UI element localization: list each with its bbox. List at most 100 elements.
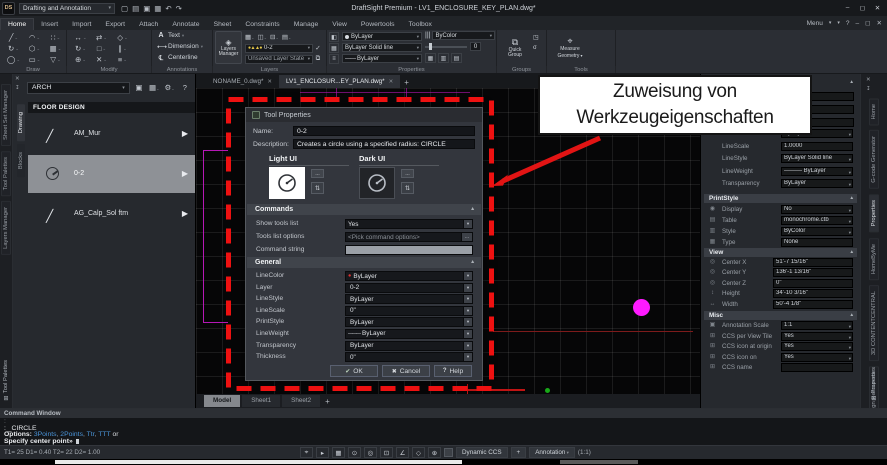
field-control[interactable]: ByLayer [345,317,473,327]
minimize-ribbon-icon[interactable]: – [856,20,860,27]
property-value[interactable]: 1:1 [781,321,853,330]
modify-tool-icon[interactable]: ↻ [70,43,91,54]
dropdown-caret-icon[interactable] [463,284,472,292]
name-field[interactable]: 0-2 [293,126,475,136]
minimize-icon[interactable]: – [841,4,854,12]
field-control[interactable]: ByLayer [345,329,473,339]
palette-selector[interactable]: ARCH [27,82,130,94]
property-value[interactable]: ByColor [781,227,853,236]
browse-button[interactable] [461,233,472,241]
draw-tool-icon[interactable]: ▽ [45,54,66,65]
close-icon[interactable]: ✕ [15,76,20,82]
close-icon[interactable]: ✕ [871,4,884,12]
sheet-tab[interactable]: Model [204,395,240,407]
sheet-tab[interactable]: Sheet1 [242,395,280,407]
annotation-dropdown[interactable]: Annotation [529,447,575,458]
match-properties-icon[interactable]: ▦ [425,53,436,63]
quick-access-icon[interactable]: ▤ [132,4,139,13]
field-control[interactable]: 0" [345,306,473,316]
property-tool-icon[interactable]: ▦ [329,43,339,53]
right-strip-tab[interactable]: HomeByMe [869,238,879,280]
flyout-arrow-icon[interactable] [182,169,188,178]
sheet-tab[interactable]: Sheet2 [282,395,320,407]
palette-section-header[interactable]: FLOOR DESIGN [28,102,195,113]
ribbon-tab[interactable]: Toolbox [402,19,439,30]
quick-access-icon[interactable]: ▣ [143,4,150,13]
palette-side-tab[interactable]: Blocks [17,144,25,177]
draw-tool-icon[interactable]: ◯ [3,54,24,65]
misc-section-header[interactable]: Misc [704,311,857,320]
linestyle-dropdown[interactable]: ByLayer Solid line [342,43,422,52]
menu-button[interactable]: Menu [807,20,823,27]
dropdown-caret-icon[interactable] [463,342,472,350]
browse-dark-icon-button[interactable] [401,169,414,178]
tool-palette-item[interactable]: 0-2 [28,155,195,193]
light-ui-preview[interactable] [269,167,305,199]
layer-check-icon[interactable]: ✓ [313,44,323,52]
layer-state-icon[interactable]: ⧉ [313,55,323,63]
ribbon-tab[interactable]: Insert [34,19,65,30]
magenta-point[interactable] [633,299,650,316]
property-value[interactable]: 0" [773,279,853,288]
text-tool[interactable]: Text [152,30,212,41]
command-option-link[interactable]: Ttr [87,431,99,438]
description-field[interactable]: Creates a circle using a specified radiu… [293,139,475,149]
status-toggle-icon[interactable]: ◎ [364,447,377,458]
property-value[interactable]: Yes [781,353,853,362]
ribbon-tab[interactable]: Sheet [207,19,239,30]
quick-access-icon[interactable]: ↶ [165,4,171,13]
command-window-title[interactable]: Command Window [0,409,887,418]
property-value[interactable]: No [781,205,853,214]
property-value[interactable]: 136'-1 13/16" [773,268,853,277]
dark-ui-preview[interactable] [359,167,395,199]
add-scale-button[interactable]: + [511,447,527,458]
right-strip-tab[interactable]: G-code Generator [869,130,879,189]
bycolor-dropdown[interactable]: ByColor [432,31,495,40]
hatch-icon[interactable]: ||| [425,32,430,39]
layer-tool-icon[interactable]: ◫ [258,33,268,41]
quick-group-button[interactable]: ⧉ Quick Group [500,31,530,64]
field-control[interactable] [345,245,473,255]
dropdown-caret-icon[interactable] [463,318,472,326]
draw-tool-icon[interactable]: ↻ [3,43,24,54]
edit-group-icon[interactable]: σ [533,45,539,51]
measure-geometry-button[interactable]: ⌖ Measure Geometry [555,31,585,64]
dynamic-ccs-toggle[interactable]: Dynamic CCS [456,447,508,458]
modify-tool-icon[interactable]: □ [91,43,112,54]
left-strip-tab[interactable]: Layers Manager [1,201,11,255]
layer-tool-icon[interactable]: ▦ [245,33,255,41]
property-value[interactable]: ByLayer Solid line [781,154,853,163]
layer-state-dropdown[interactable]: Unsaved Layer State [245,55,313,64]
flyout-arrow-icon[interactable] [182,129,188,138]
modify-tool-icon[interactable]: ≡ [112,54,133,65]
flyout-arrow-icon[interactable] [182,209,188,218]
ribbon-tab[interactable]: Export [98,19,132,30]
property-value[interactable]: monochrome.ctb [781,216,853,225]
draw-tool-icon[interactable]: ⬡ [24,43,45,54]
reset-light-icon-button[interactable] [311,182,324,194]
maximize-icon[interactable]: ◻ [856,4,869,12]
ribbon-tab[interactable]: View [325,19,354,30]
modify-tool-icon[interactable]: ↔ [70,32,91,43]
linecolor-dropdown[interactable]: ByLayer [342,32,422,41]
dropdown-caret-icon[interactable] [463,307,472,315]
ok-button[interactable]: OK [330,365,378,377]
chevron-down-icon[interactable]: ▾ [829,20,832,26]
collapse-icon[interactable]: ▴ [850,79,853,85]
field-control[interactable]: <Pick command options> [345,232,473,242]
status-toggle-icon[interactable]: ◇ [412,447,425,458]
dimension-tool[interactable]: Dimension [152,41,212,52]
property-tool-icon[interactable]: ≡ [329,54,339,64]
paint-properties-icon[interactable]: ▥ [438,53,449,63]
transparency-slider[interactable] [425,42,467,51]
ribbon-tab[interactable]: Manage [287,19,326,30]
ribbon-tab[interactable]: Constraints [238,19,286,30]
restore-icon[interactable]: ◻ [865,19,870,27]
view-options-icon[interactable]: ▦ [148,83,160,92]
modify-tool-icon[interactable]: ⇄ [91,32,112,43]
tool-palette-item[interactable]: AM_Mur [28,115,195,153]
general-section-header[interactable]: General [247,257,481,268]
commands-section-header[interactable]: Commands [247,204,481,215]
transparency-value[interactable]: 0 [470,42,481,51]
draw-tool-icon[interactable]: ◠ [24,32,45,43]
